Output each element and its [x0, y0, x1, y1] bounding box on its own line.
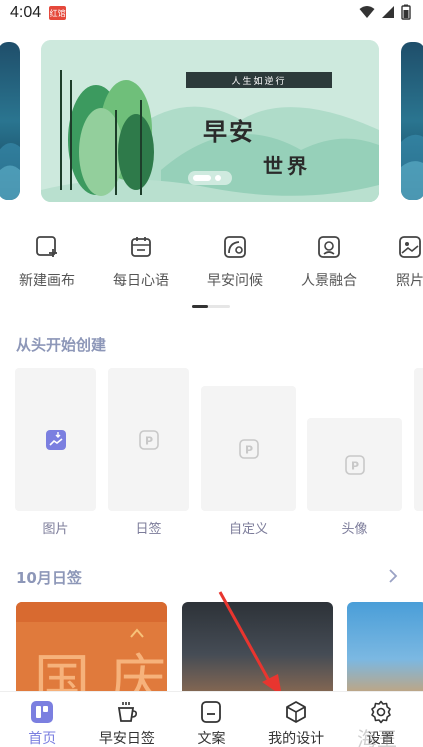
gear-icon	[368, 700, 394, 724]
portrait-blend-icon	[315, 233, 343, 261]
add-canvas-icon	[33, 233, 61, 261]
template-custom[interactable]: P	[201, 386, 296, 511]
banner-slide[interactable]: 人生如逆行 早安 世界	[41, 40, 379, 202]
carousel-dot	[215, 175, 221, 181]
daily-card-photo[interactable]	[182, 602, 333, 697]
nav-label: 首页	[28, 731, 57, 747]
notification-badge: 红馆	[49, 6, 67, 20]
quick-action-label: 早安问候	[207, 273, 263, 289]
coffee-icon	[114, 700, 140, 724]
template-p-icon: P	[344, 454, 365, 475]
quick-actions-scroll-indicator	[192, 305, 230, 308]
box-icon	[283, 700, 309, 724]
quick-action-new-canvas[interactable]: 新建画布	[0, 233, 94, 293]
carousel-dot-active	[193, 175, 211, 181]
banner-tagline: 人生如逆行	[186, 72, 332, 88]
nav-label: 早安日签	[98, 731, 155, 747]
wifi-icon	[359, 6, 375, 18]
chevron-right-icon[interactable]	[386, 567, 400, 585]
template-daily-sign[interactable]: P	[108, 368, 189, 511]
quick-actions-row: 新建画布 每日心语 早安问候 人景融合 照片	[0, 233, 423, 293]
quick-action-morning-greeting[interactable]: 早安问候	[188, 233, 282, 293]
banner-title-line1: 早安	[203, 117, 255, 146]
section-title-create: 从头开始创建	[16, 336, 107, 354]
banner-next-slide[interactable]	[401, 42, 423, 200]
daily-card-poster[interactable]	[347, 602, 423, 697]
document-icon	[198, 700, 224, 724]
template-label: 自定义	[228, 522, 268, 537]
banner-carousel[interactable]: 人生如逆行 早安 世界	[0, 40, 423, 202]
template-label: 图片	[42, 522, 69, 537]
daily-card-national-day[interactable]: 国庆	[16, 602, 167, 697]
photo-icon	[396, 233, 423, 261]
quick-action-photo[interactable]: 照片	[376, 233, 423, 293]
banner-title-line2: 世界	[263, 154, 311, 178]
daily-card-text: 国庆	[34, 649, 167, 697]
template-p-icon: P	[138, 429, 159, 450]
quick-action-daily-quote[interactable]: 每日心语	[94, 233, 188, 293]
template-avatar[interactable]: P	[307, 418, 402, 511]
watermark: 海王	[357, 727, 397, 747]
section-title-daily: 10月日签	[16, 569, 82, 587]
nav-morning-sign[interactable]: 早安日签	[85, 692, 170, 747]
quick-action-label: 每日心语	[113, 273, 169, 289]
nav-home[interactable]: 首页	[0, 692, 85, 747]
image-upload-icon	[45, 429, 66, 450]
quick-action-label: 新建画布	[19, 273, 75, 289]
template-label: 日签	[135, 522, 162, 537]
template-image[interactable]	[15, 368, 96, 511]
sun-greeting-icon	[221, 233, 249, 261]
carousel-indicator	[188, 171, 232, 185]
signal-icon	[382, 6, 394, 18]
calendar-icon	[127, 233, 155, 261]
quick-action-label: 人景融合	[301, 273, 357, 289]
nav-my-designs[interactable]: 我的设计	[254, 692, 339, 747]
template-p-icon: P	[238, 438, 259, 459]
nav-label: 我的设计	[268, 731, 325, 747]
quick-action-portrait-blend[interactable]: 人景融合	[282, 233, 376, 293]
banner-prev-slide[interactable]	[0, 42, 20, 200]
svg-text:P: P	[350, 459, 358, 472]
status-icons	[359, 4, 411, 20]
nav-label: 文案	[197, 731, 226, 747]
scroll-indicator-thumb	[192, 305, 208, 308]
svg-text:P: P	[144, 434, 152, 447]
template-more[interactable]	[414, 368, 423, 511]
nav-copywriting[interactable]: 文案	[169, 692, 254, 747]
battery-icon	[401, 4, 411, 20]
template-label: 头像	[341, 522, 368, 537]
svg-text:P: P	[244, 443, 252, 456]
home-icon	[29, 700, 55, 724]
status-time: 4:04	[10, 4, 42, 21]
quick-action-label: 照片	[396, 273, 423, 289]
status-bar: 4:04 红馆	[0, 0, 423, 26]
